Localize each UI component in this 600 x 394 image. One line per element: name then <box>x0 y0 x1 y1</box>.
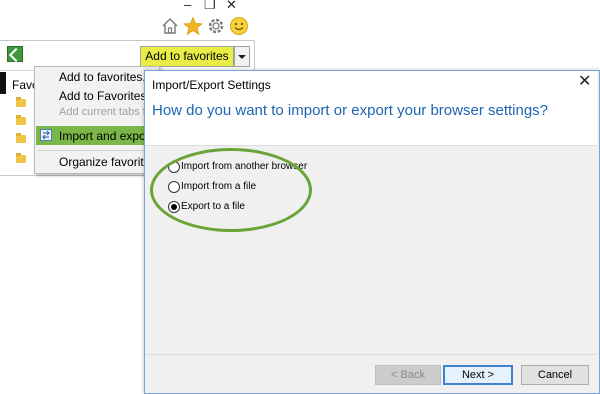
import-export-icon <box>40 129 52 141</box>
dialog-footer-divider <box>145 354 597 355</box>
next-button[interactable]: Next > <box>443 365 513 385</box>
home-icon[interactable] <box>160 16 180 36</box>
menu-separator <box>38 150 154 151</box>
pin-favorites-icon[interactable] <box>7 46 23 62</box>
gear-icon[interactable] <box>206 16 226 36</box>
smiley-icon[interactable] <box>229 16 249 36</box>
star-icon[interactable] <box>183 16 203 36</box>
annotation-circle <box>150 148 312 232</box>
add-to-favorites-button[interactable]: Add to favorites <box>140 46 234 67</box>
folder-icon <box>16 153 26 163</box>
menu-item-add-current-tabs: Add current tabs to <box>59 106 152 118</box>
dialog-question: How do you want to import or export your… <box>152 102 549 119</box>
folder-icon <box>16 115 26 125</box>
dialog-close-icon[interactable]: ✕ <box>578 74 591 90</box>
cancel-button[interactable]: Cancel <box>521 365 589 385</box>
window-close-button[interactable]: ✕ <box>226 0 237 12</box>
minimize-button[interactable]: – <box>184 0 191 12</box>
restore-button[interactable]: ❐ <box>204 0 216 12</box>
back-button[interactable]: < Back <box>375 365 441 385</box>
add-favorites-dropdown-button[interactable] <box>234 46 250 67</box>
dialog-title: Import/Export Settings <box>152 78 271 92</box>
folder-icon <box>16 97 26 107</box>
folder-icon <box>16 133 26 143</box>
menu-item-add-to-favorites[interactable]: Add to favorites... <box>59 70 152 84</box>
tab-edge <box>0 72 6 94</box>
